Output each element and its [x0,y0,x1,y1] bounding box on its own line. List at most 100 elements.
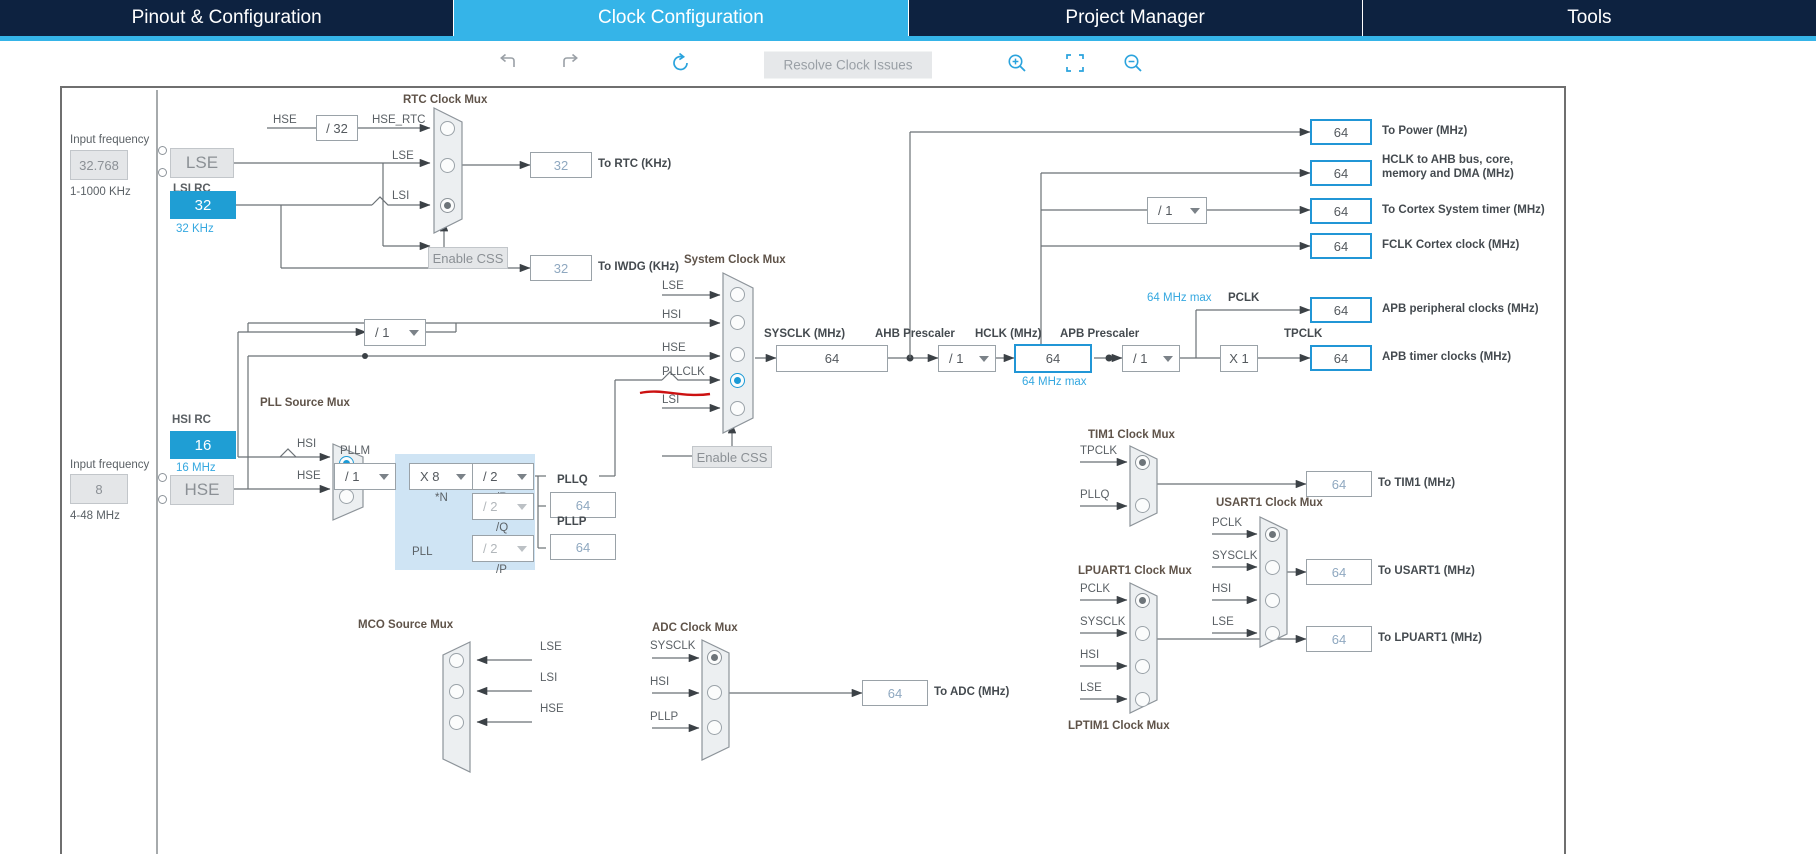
adc-mux-option-hsi[interactable] [707,685,722,700]
clock-toolbar: Resolve Clock Issues [0,41,1816,88]
reset-refresh-icon[interactable] [670,52,692,78]
mco-source-mux[interactable] [440,642,474,772]
cortex-systick-prescaler-select[interactable]: / 1 [1147,197,1207,224]
hse-input-frequency-label: Input frequency [70,459,149,471]
system-enable-css-button[interactable]: Enable CSS [692,446,772,468]
hsi-prescaler-select[interactable]: / 1 [364,319,426,346]
to-adc-value-field: 64 [862,680,928,706]
plln-select[interactable]: X 8 [409,463,473,490]
adc-mux-option-pllp[interactable] [707,720,722,735]
mco-mux-option-lsi[interactable] [449,684,464,699]
lpuart1-mux-input-label-hsi: HSI [1080,649,1099,661]
tab-label: Project Manager [1065,7,1204,29]
pllr-select[interactable]: / 2 [472,463,534,490]
chevron-down-icon [379,474,389,480]
lpuart1-mux-option-hsi[interactable] [1135,659,1150,674]
rtc-mux-option-lsi[interactable] [440,198,455,213]
tab-project-manager[interactable]: Project Manager [909,0,1363,36]
sysclk-value-field: 64 [776,345,888,372]
output-value-apb-timer: 64 [1310,345,1372,371]
fit-to-screen-icon[interactable] [1064,52,1086,78]
pll-source-mux-option-hse[interactable] [339,489,354,504]
usart1-mux-option-hsi[interactable] [1265,593,1280,608]
output-label-cortex-systimer: To Cortex System timer (MHz) [1382,204,1545,216]
lpuart1-mux-option-sysclk[interactable] [1135,626,1150,641]
redo-arrow-icon[interactable] [558,53,580,77]
usart1-mux-option-sysclk[interactable] [1265,560,1280,575]
rtc-mux-option-lse[interactable] [440,158,455,173]
tab-tools[interactable]: Tools [1363,0,1816,36]
output-value-hclk-ahb: 64 [1310,160,1372,186]
apb-prescaler-value: / 1 [1133,351,1147,366]
hse-source-button[interactable]: HSE [170,475,234,505]
usart1-mux-option-pclk[interactable] [1265,527,1280,542]
mco-mux-option-lse[interactable] [449,653,464,668]
clock-tree-canvas[interactable]: Input frequency 32.768 1-1000 KHz LSE LS… [60,86,1566,854]
rtc-clock-mux[interactable] [434,108,466,233]
hclk-value-field[interactable]: 64 [1014,344,1092,373]
mco-mux-input-label-hse: HSE [540,703,564,715]
mco-mux-input-label-lse: LSE [540,641,562,653]
pllq-out-value: 64 [550,492,616,518]
system-mux-option-pllclk[interactable] [730,373,745,388]
adc-clock-mux[interactable] [702,640,734,760]
lpuart1-mux-input-label-lse: LSE [1080,682,1102,694]
lse-pin-out-icon [158,168,167,177]
pllq-select[interactable]: / 2 [472,493,534,520]
lse-source-button[interactable]: LSE [170,148,234,178]
rtc-mux-input-label-lse: LSE [392,150,414,162]
lpuart1-mux-input-label-sysclk: SYSCLK [1080,616,1125,628]
pllr-value: / 2 [483,469,497,484]
ahb-prescaler-label: AHB Prescaler [875,328,955,340]
lse-input-frequency-label: Input frequency [70,134,149,146]
lse-pin-in-icon [158,146,167,155]
pllp-select[interactable]: / 2 [472,535,534,562]
pll-source-mux-title: PLL Source Mux [260,397,350,409]
tab-clock-configuration[interactable]: Clock Configuration [454,0,908,36]
usart1-mux-input-label-lse: LSE [1212,616,1234,628]
hsi-prescaler-value: / 1 [375,325,389,340]
rtc-mux-option-hse-rtc[interactable] [440,121,455,136]
tim1-clock-mux[interactable] [1130,446,1162,526]
usart1-clock-mux[interactable] [1260,517,1292,647]
system-mux-option-lsi[interactable] [730,401,745,416]
chevron-down-icon [517,504,527,510]
pllm-select[interactable]: / 1 [334,463,396,490]
lpuart1-mux-option-pclk[interactable] [1135,593,1150,608]
resolve-clock-issues-button[interactable]: Resolve Clock Issues [764,51,932,78]
chevron-down-icon [1190,208,1200,214]
lse-input-frequency-field[interactable]: 32.768 [70,150,128,180]
pllq-value: / 2 [483,499,497,514]
zoom-in-icon[interactable] [1006,52,1028,78]
sysclk-label: SYSCLK (MHz) [764,328,845,340]
system-mux-option-hsi[interactable] [730,315,745,330]
hse-rtc-wire-label: HSE_RTC [372,114,425,126]
pllp-sublabel: /P [496,564,507,576]
chevron-down-icon [1163,356,1173,362]
mco-mux-option-hse[interactable] [449,715,464,730]
hse-rtc-divider[interactable]: / 32 [316,115,358,141]
lsi-value-field[interactable]: 32 [170,191,236,219]
usart1-mux-option-lse[interactable] [1265,626,1280,641]
zoom-out-icon[interactable] [1122,52,1144,78]
lpuart1-mux-option-lse[interactable] [1135,692,1150,707]
hclk-label: HCLK (MHz) [975,328,1041,340]
tab-pinout-configuration[interactable]: Pinout & Configuration [0,0,454,36]
rtc-enable-css-button[interactable]: Enable CSS [428,247,508,269]
ahb-prescaler-select[interactable]: / 1 [938,345,996,372]
usart1-mux-input-label-pclk: PCLK [1212,517,1242,529]
tim1-mux-option-pllq[interactable] [1135,498,1150,513]
tim1-mux-option-tpclk[interactable] [1135,455,1150,470]
pll-source-mux-input-label-hsi: HSI [297,438,316,450]
lpuart1-clock-mux[interactable] [1130,583,1162,713]
apb-prescaler-select[interactable]: / 1 [1122,345,1180,372]
undo-arrow-icon[interactable] [498,53,520,77]
system-clock-mux[interactable] [723,273,757,433]
system-mux-option-lse[interactable] [730,287,745,302]
adc-mux-option-sysclk[interactable] [707,650,722,665]
hclk-max-label: 64 MHz max [1022,376,1087,388]
system-mux-option-hse[interactable] [730,347,745,362]
hsi-value-field[interactable]: 16 [170,431,236,459]
pllm-label: PLLM [340,445,370,457]
hse-input-frequency-field[interactable]: 8 [70,474,128,504]
